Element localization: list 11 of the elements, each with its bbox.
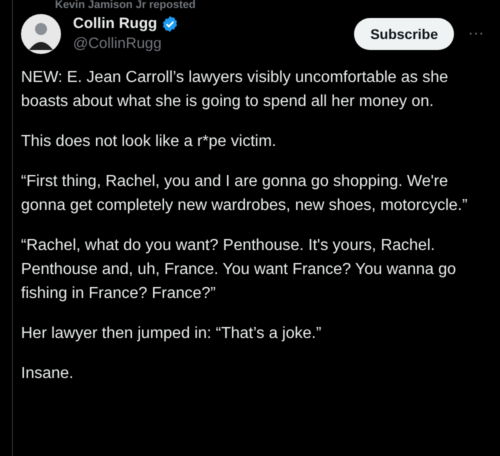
tweet-paragraph: NEW: E. Jean Carroll’s lawyers visibly uncomfortable as she boasts about what she is going to spend all her money on.	[21, 68, 450, 112]
subscribe-button[interactable]: Subscribe	[354, 18, 454, 50]
tweet-paragraph: This does not look like a r*pe victim.	[21, 132, 278, 152]
tweet-paragraph: Her lawyer then jumped in: “That’s a joke.”	[21, 324, 322, 344]
avatar[interactable]	[21, 14, 61, 54]
tweet-paragraph: Insane.	[21, 364, 74, 384]
author-handle[interactable]: @CollinRugg	[73, 34, 180, 54]
tweet-paragraph: “Rachel, what do you want? Penthouse. It's yours, Rachel. Penthouse and, uh, France. You want France? You wanna go fishing in France? France?”	[21, 236, 457, 304]
tweet-paragraph: “First thing, Rachel, you and I are gonna go shopping. We're gonna get completely new wardrobes, new shoes, motorcycle.”	[21, 172, 468, 216]
more-button[interactable]: ···	[468, 26, 484, 42]
author-name[interactable]: Collin Rugg	[73, 14, 158, 34]
